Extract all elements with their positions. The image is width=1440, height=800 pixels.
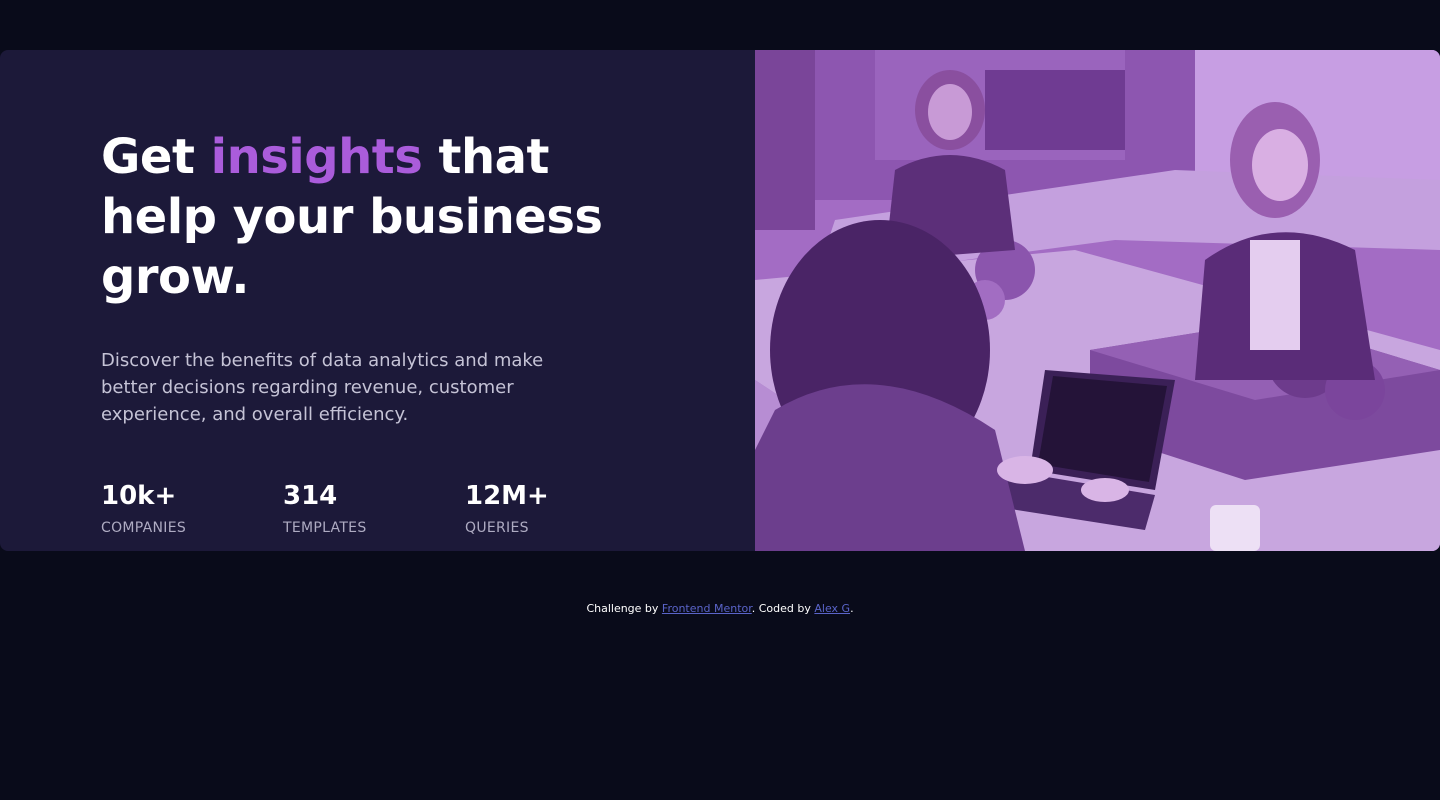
stat-label: COMPANIES [101, 520, 187, 536]
attribution: Challenge by Frontend Mentor. Coded by A… [0, 600, 1440, 618]
header-image [755, 50, 1440, 551]
card-content: Get insights that help your business gro… [0, 50, 755, 551]
stat-templates: 314 TEMPLATES [283, 480, 465, 536]
attribution-prefix: Challenge by [586, 602, 662, 615]
stat-value: 12M+ [465, 481, 549, 511]
stat-label: QUERIES [465, 520, 529, 536]
attribution-suffix: . [850, 602, 854, 615]
office-photo [755, 50, 1440, 551]
headline-start: Get [101, 129, 211, 185]
stats-preview-card: Get insights that help your business gro… [0, 50, 1440, 551]
headline: Get insights that help your business gro… [101, 127, 661, 307]
stats-row: 10k+ COMPANIES 314 TEMPLATES 12M+ QUERIE… [101, 480, 755, 536]
stat-value: 10k+ [101, 481, 177, 511]
hero-description: Discover the benefits of data analytics … [101, 350, 544, 425]
stat-value: 314 [283, 481, 338, 511]
headline-accent: insights [210, 129, 423, 185]
author-link[interactable]: Alex G [814, 602, 850, 615]
frontend-mentor-link[interactable]: Frontend Mentor [662, 602, 752, 615]
stat-label: TEMPLATES [283, 520, 367, 536]
stat-queries: 12M+ QUERIES [465, 480, 647, 536]
stat-companies: 10k+ COMPANIES [101, 480, 283, 536]
attribution-middle: . Coded by [751, 602, 815, 615]
